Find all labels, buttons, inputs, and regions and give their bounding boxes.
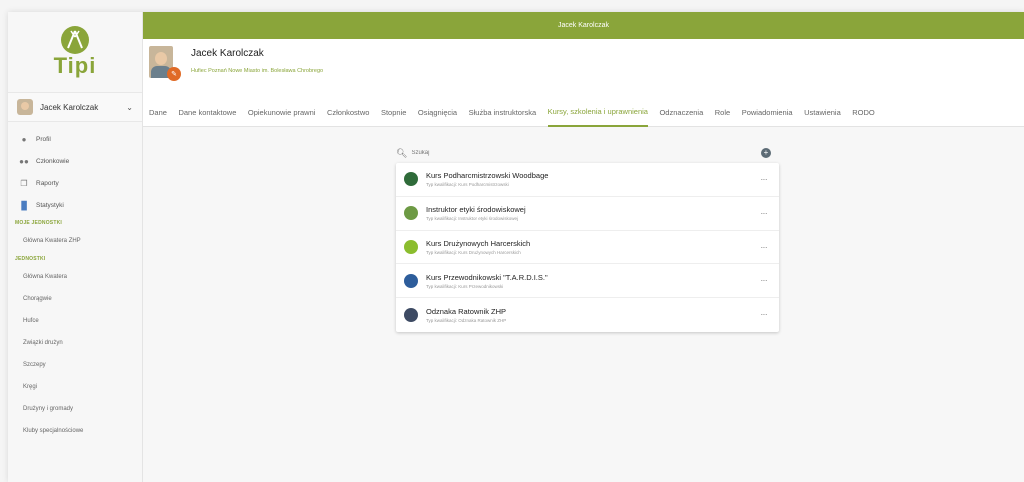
- user-switcher[interactable]: Jacek Karolczak ⌄: [8, 92, 142, 122]
- course-type: Typ kwalifikacji: Instruktor etyki środo…: [426, 216, 519, 222]
- people-icon: ●●: [19, 156, 29, 166]
- profile-header: ✎ Jacek Karolczak Hufiec Poznań Nowe Mia…: [143, 39, 1024, 99]
- person-icon: ●: [21, 134, 27, 144]
- course-title: Odznaka Ratownik ZHP: [426, 307, 507, 317]
- course-title: Kurs Podharcmistrzowski Woodbage: [426, 171, 549, 181]
- app-window: Tipi Jacek Karolczak ⌄ ● Profil ●● Człon…: [8, 12, 1024, 482]
- profile-tabs: Dane Dane kontaktowe Opiekunowie prawni Czł…: [143, 99, 1024, 127]
- logo[interactable]: Tipi: [8, 12, 142, 90]
- courses-list: Kurs Podharcmistrzowski Woodbage Typ kwal…: [396, 163, 779, 332]
- course-text: Odznaka Ratownik ZHP Typ kwalifikacji: Od…: [426, 307, 506, 323]
- course-text: Instruktor etyki środowiskowej Typ kwalif…: [426, 205, 526, 221]
- top-bar-title: Jacek Karolczak: [558, 22, 609, 29]
- top-bar: Jacek Karolczak: [143, 12, 1024, 39]
- sidebar-unit[interactable]: Kręgi: [8, 376, 142, 398]
- sidebar-unit-glowna-kwatera-zhp[interactable]: Główna Kwatera ZHP: [8, 230, 142, 252]
- profile-name: Jacek Karolczak: [191, 48, 264, 59]
- course-type: Typ kwalifikacji: Kurs Przewodnikowski: [426, 283, 504, 289]
- tab-4[interactable]: Stopnie: [381, 99, 406, 127]
- list-item[interactable]: Kurs Podharcmistrzowski Woodbage Typ kwal…: [396, 163, 779, 197]
- tab-0[interactable]: Dane: [149, 99, 167, 127]
- course-title: Kurs Drużynowych Harcerskich: [426, 238, 531, 248]
- sidebar-unit[interactable]: Kluby specjalnościowe: [8, 420, 142, 442]
- pencil-icon: ✎: [171, 71, 177, 78]
- sidebar-unit[interactable]: Główna Kwatera: [8, 266, 142, 288]
- tab-9[interactable]: Role: [715, 99, 730, 127]
- course-title: Kurs Przewodnikowski "T.A.R.D.I.S.": [426, 272, 548, 282]
- list-item[interactable]: Instruktor etyki środowiskowej Typ kwalif…: [396, 197, 779, 231]
- add-course-button[interactable]: +: [761, 148, 771, 158]
- sidebar-item-czlonkowie[interactable]: ●● Członkowie: [8, 150, 142, 172]
- sidebar: Tipi Jacek Karolczak ⌄ ● Profil ●● Człon…: [8, 12, 143, 482]
- sidebar-unit[interactable]: Chorągwie: [8, 288, 142, 310]
- course-text: Kurs Podharcmistrzowski Woodbage Typ kwal…: [426, 171, 548, 187]
- reports-icon: ❐: [20, 178, 28, 188]
- tab-8[interactable]: Odznaczenia: [659, 99, 703, 127]
- course-badge-icon: [404, 206, 418, 221]
- search-bar: 🔍︎ +: [396, 143, 776, 163]
- logo-text: Tipi: [53, 52, 97, 78]
- search-icon: 🔍︎: [396, 147, 408, 158]
- list-item[interactable]: Odznaka Ratownik ZHP Typ kwalifikacji: Od…: [396, 298, 779, 332]
- sidebar-unit[interactable]: Związki drużyn: [8, 332, 142, 354]
- course-badge-icon: [404, 172, 418, 187]
- course-text: Kurs Drużynowych Harcerskich Typ kwalifik…: [426, 239, 530, 255]
- sidebar-item-statystyki[interactable]: ▐▌ Statystyki: [8, 194, 142, 216]
- section-jednostki: JEDNOSTKI: [15, 256, 46, 262]
- sidebar-item-label: Raporty: [36, 179, 59, 187]
- more-options-icon[interactable]: ···: [761, 175, 768, 184]
- course-badge-icon: [404, 273, 418, 288]
- tent-logo-icon: [61, 25, 89, 54]
- stats-icon: ▐▌: [18, 200, 30, 210]
- sidebar-item-label: Członkowie: [36, 157, 70, 165]
- sidebar-unit[interactable]: Hufce: [8, 310, 142, 332]
- more-options-icon[interactable]: ···: [761, 209, 768, 218]
- more-options-icon[interactable]: ···: [761, 243, 768, 252]
- tab-5[interactable]: Osiągnięcia: [418, 99, 457, 127]
- sidebar-nav: ● Profil ●● Członkowie ❐ Raporty ▐▌ Stat…: [8, 122, 142, 442]
- search-input[interactable]: [411, 150, 761, 156]
- course-type: Typ kwalifikacji: Kurs Drużynowych Harce…: [426, 249, 521, 255]
- main-content: 🔍︎ + Kurs Podharcmistrzowski WoodbageTyp…: [143, 127, 1024, 482]
- tab-12[interactable]: RODO: [852, 99, 875, 127]
- tab-10[interactable]: Powiadomienia: [742, 99, 793, 127]
- user-name: Jacek Karolczak: [40, 102, 99, 112]
- sidebar-unit[interactable]: Drużyny i gromady: [8, 398, 142, 420]
- sidebar-item-label: Profil: [36, 135, 51, 143]
- course-badge-icon: [404, 308, 418, 323]
- tab-2[interactable]: Opiekunowie prawni: [248, 99, 316, 127]
- list-item[interactable]: Kurs Drużynowych Harcerskich Typ kwalifik…: [396, 231, 779, 265]
- sidebar-unit[interactable]: Szczepy: [8, 354, 142, 376]
- tab-11[interactable]: Ustawienia: [804, 99, 841, 127]
- more-options-icon[interactable]: ···: [761, 310, 768, 319]
- course-title: Instruktor etyki środowiskowej: [426, 205, 526, 215]
- course-badge-icon: [404, 239, 418, 254]
- edit-avatar-button[interactable]: ✎: [167, 67, 181, 81]
- profile-unit[interactable]: Hufiec Poznań Nowe Miasto im. Bolesława …: [191, 68, 323, 74]
- tab-3[interactable]: Członkostwo: [327, 99, 370, 127]
- chevron-down-icon: ⌄: [126, 102, 133, 112]
- course-type: Typ kwalifikacji: Odznaka Ratownik ZHP: [426, 318, 507, 324]
- sidebar-item-raporty[interactable]: ❐ Raporty: [8, 172, 142, 194]
- avatar: [17, 99, 33, 115]
- list-item[interactable]: Kurs Przewodnikowski "T.A.R.D.I.S." Typ k…: [396, 264, 779, 299]
- tab-6[interactable]: Służba instruktorska: [469, 99, 537, 127]
- course-text: Kurs Przewodnikowski "T.A.R.D.I.S." Typ k…: [426, 273, 548, 289]
- sidebar-item-label: Statystyki: [36, 201, 64, 209]
- section-moje-jednostki: MOJE JEDNOSTKI: [15, 220, 62, 226]
- tab-7[interactable]: Kursy, szkolenia i uprawnienia: [547, 99, 648, 127]
- sidebar-item-profil[interactable]: ● Profil: [8, 128, 142, 150]
- tab-1[interactable]: Dane kontaktowe: [178, 99, 236, 127]
- course-type: Typ kwalifikacji: Kurs Podharcmistrzowsk…: [426, 182, 509, 188]
- more-options-icon[interactable]: ···: [761, 276, 768, 285]
